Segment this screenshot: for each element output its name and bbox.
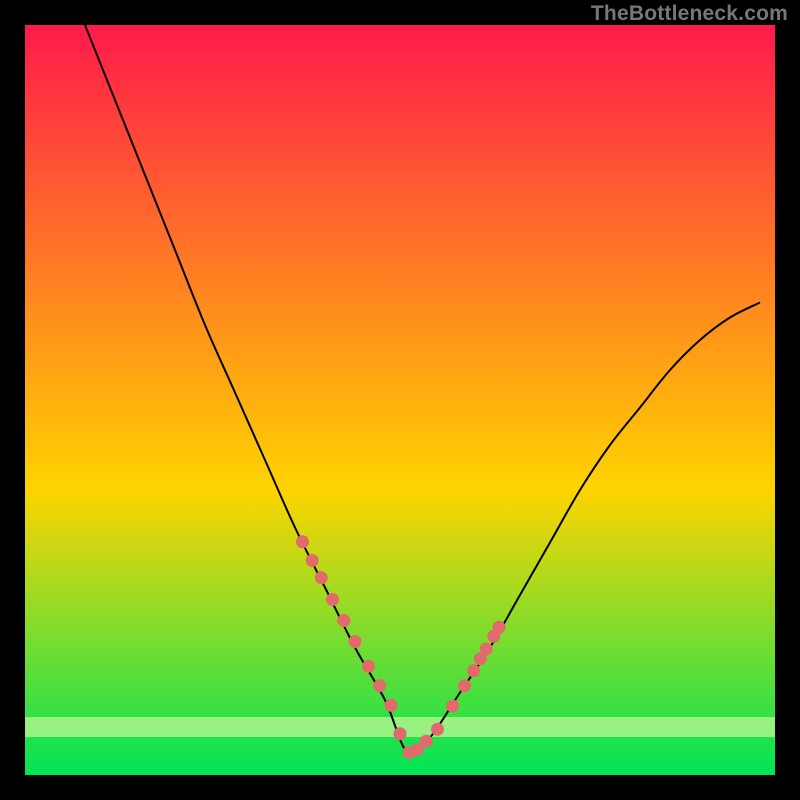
curve-marker	[458, 679, 471, 692]
curve-marker	[446, 700, 459, 713]
curve-marker	[394, 727, 407, 740]
curve-marker	[296, 535, 309, 548]
curve-marker	[431, 723, 444, 736]
curve-marker	[349, 635, 362, 648]
curve-marker	[493, 621, 506, 634]
curve-marker	[480, 643, 493, 656]
curve-marker	[373, 679, 386, 692]
curve-marker	[467, 664, 480, 677]
curve-marker	[385, 699, 398, 712]
chart-frame: TheBottleneck.com	[0, 0, 800, 800]
curve-marker	[315, 571, 328, 584]
curve-marker	[326, 593, 339, 606]
curve-marker	[337, 614, 350, 627]
curve-marker	[420, 735, 433, 748]
chart-svg	[25, 25, 775, 775]
curve-marker	[362, 660, 375, 673]
curve-marker	[306, 554, 319, 567]
watermark-text: TheBottleneck.com	[591, 2, 788, 26]
plot-area	[25, 25, 775, 775]
gradient-background	[25, 25, 775, 775]
